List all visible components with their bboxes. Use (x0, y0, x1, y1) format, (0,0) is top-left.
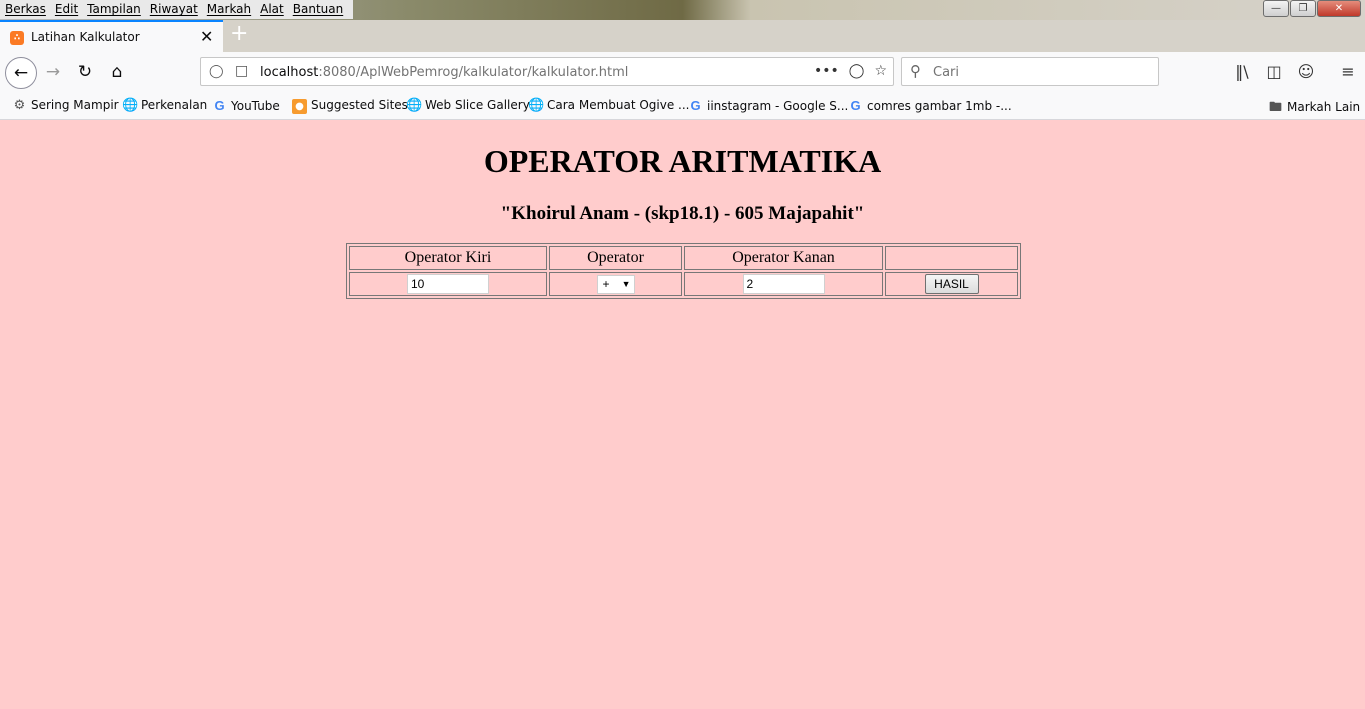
bookmark-label: YouTube (231, 99, 280, 113)
header-operator-kanan: Operator Kanan (684, 246, 883, 270)
header-empty (885, 246, 1018, 270)
menu-items: Berkas Edit Tampilan Riwayat Markah Alat… (0, 0, 354, 19)
window-controls: — ❐ ✕ (1263, 0, 1361, 17)
pocket-icon[interactable]: ◯ (849, 63, 865, 79)
menu-edit[interactable]: Edit (50, 0, 82, 19)
url-bar[interactable]: ◯ □ localhost:8080/AplWebPemrog/kalkulat… (200, 57, 894, 86)
minimize-icon[interactable]: — (1263, 0, 1289, 17)
menu-markah[interactable]: Markah (202, 0, 255, 19)
bookmark-label: Web Slice Gallery (425, 98, 530, 112)
bookmark-cara-membuat-ogive[interactable]: 🌐 Cara Membuat Ogive ... (528, 98, 690, 113)
page-subtitle: "Khoirul Anam - (skp18.1) - 605 Majapahi… (500, 203, 865, 224)
operator-value: + (602, 276, 610, 291)
menu-alat[interactable]: Alat (255, 0, 288, 19)
globe-icon: 🌐 (122, 98, 139, 113)
suggested-sites-icon: ● (292, 99, 307, 114)
navigation-bar: ← → ↻ ⌂ ◯ □ localhost:8080/AplWebPemrog/… (0, 52, 1365, 92)
header-operator-kiri: Operator Kiri (349, 246, 547, 270)
cell-operator: + ▼ (549, 272, 682, 296)
new-tab-icon[interactable]: + (230, 21, 248, 46)
url-text[interactable]: localhost:8080/AplWebPemrog/kalkulator/k… (260, 65, 628, 80)
page-actions-icon[interactable]: ••• (814, 63, 839, 79)
cell-left: 10 (349, 272, 547, 296)
back-icon[interactable]: ← (5, 57, 37, 89)
tab-latihan-kalkulator[interactable]: ∴ Latihan Kalkulator ✕ (0, 20, 223, 52)
cell-button: HASIL (885, 272, 1018, 296)
menu-riwayat[interactable]: Riwayat (145, 0, 202, 19)
account-icon[interactable]: ☺ (1297, 62, 1315, 81)
calculator-table: Operator Kiri Operator Operator Kanan 10… (346, 243, 1021, 299)
bookmark-youtube[interactable]: G YouTube (212, 98, 280, 113)
operator-select[interactable]: + ▼ (596, 274, 635, 294)
xampp-icon: ∴ (10, 31, 24, 45)
page-content: OPERATOR ARITMATIKA "Khoirul Anam - (skp… (0, 121, 1365, 709)
chevron-down-icon: ▼ (621, 278, 631, 289)
bookmark-sering-mampir[interactable]: ⚙ Sering Mampir (12, 98, 119, 113)
hasil-button[interactable]: HASIL (924, 274, 979, 294)
url-actions: ••• ◯ ☆ (814, 63, 887, 79)
url-path: :8080/AplWebPemrog/kalkulator/kalkulator… (318, 65, 629, 80)
input-row: 10 + ▼ 2 HASIL (349, 272, 1018, 296)
left-operand-input[interactable]: 10 (407, 274, 489, 294)
hamburger-menu-icon[interactable]: ≡ (1339, 62, 1357, 81)
url-host: localhost (260, 65, 319, 80)
bookmark-web-slice-gallery[interactable]: 🌐 Web Slice Gallery (406, 98, 530, 113)
gear-icon: ⚙ (13, 98, 26, 113)
bookmarks-bar: ⚙ Sering Mampir 🌐 Perkenalan G YouTube ● Sug… (0, 92, 1365, 120)
close-tab-icon[interactable]: ✕ (200, 27, 213, 46)
menu-bantuan[interactable]: Bantuan (288, 0, 347, 19)
toolbar-right: ‖\ ◫ ☺ ≡ (1233, 62, 1357, 81)
search-placeholder: Cari (933, 65, 959, 80)
library-icon[interactable]: ‖\ (1233, 62, 1251, 81)
bookmark-perkenalan[interactable]: 🌐 Perkenalan (122, 98, 207, 113)
globe-icon: 🌐 (528, 98, 545, 113)
menu-bar: Berkas Edit Tampilan Riwayat Markah Alat… (0, 0, 1365, 20)
google-icon: G (214, 98, 225, 113)
bookmark-comres-gambar[interactable]: Gcomres gambar 1mb -... (848, 98, 1012, 113)
menu-berkas[interactable]: Berkas (0, 0, 50, 19)
forward-icon[interactable]: → (39, 59, 67, 87)
other-bookmarks-label: Markah Lain (1287, 100, 1361, 114)
cell-right: 2 (684, 272, 883, 296)
bookmark-label: Suggested Sites (311, 98, 408, 112)
search-bar[interactable]: ⚲ Cari (901, 57, 1159, 86)
tab-bar: ∴ Latihan Kalkulator ✕ + (0, 20, 1365, 52)
menu-tampilan[interactable]: Tampilan (82, 0, 145, 19)
bookmark-label: Cara Membuat Ogive ... (547, 98, 690, 112)
bookmark-label: comres gambar 1mb -... (867, 99, 1012, 113)
bookmark-label: Perkenalan (141, 98, 208, 112)
page-info-icon[interactable]: □ (235, 63, 248, 79)
tab-title: Latihan Kalkulator (31, 30, 140, 44)
bookmark-label: Sering Mampir (31, 98, 119, 112)
bookmark-label: iinstagram - Google S... (707, 99, 849, 113)
google-icon: G (850, 98, 861, 113)
home-icon[interactable]: ⌂ (103, 59, 131, 87)
header-operator: Operator (549, 246, 682, 270)
google-icon: G (690, 98, 701, 113)
reload-icon[interactable]: ↻ (71, 59, 99, 87)
bookmark-star-icon[interactable]: ☆ (874, 63, 887, 79)
close-window-icon[interactable]: ✕ (1317, 0, 1361, 17)
header-row: Operator Kiri Operator Operator Kanan (349, 246, 1018, 270)
page-title: OPERATOR ARITMATIKA (483, 143, 882, 179)
bookmark-suggested-sites[interactable]: ● Suggested Sites (292, 98, 408, 114)
maximize-icon[interactable]: ❐ (1290, 0, 1316, 17)
other-bookmarks[interactable]: 🖿 Markah Lain (1268, 98, 1360, 120)
sidebar-icon[interactable]: ◫ (1265, 62, 1283, 81)
shield-icon[interactable]: ◯ (209, 64, 224, 79)
folder-icon: 🖿 (1268, 100, 1282, 115)
globe-icon: 🌐 (406, 98, 423, 113)
search-icon: ⚲ (910, 62, 921, 80)
bookmark-instagram-google[interactable]: Giinstagram - Google S... (688, 98, 848, 113)
right-operand-input[interactable]: 2 (742, 274, 825, 294)
